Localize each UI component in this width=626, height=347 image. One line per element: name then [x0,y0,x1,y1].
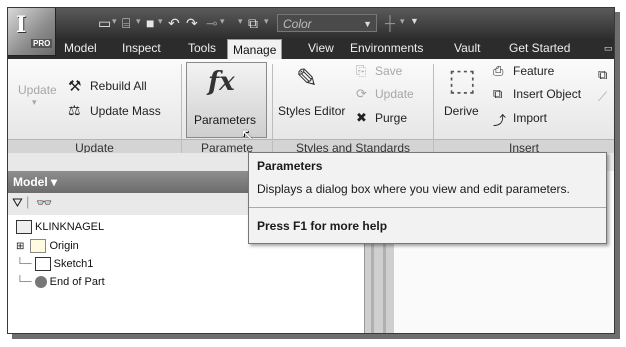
save-dropdown-icon[interactable]: ▾ [158,16,163,27]
part-icon [16,220,32,234]
tab-tools[interactable]: Tools [188,38,216,59]
application-menu-button[interactable]: I PRO [8,8,56,56]
measure-dropdown-icon[interactable]: ▾ [400,16,405,27]
ribbon-panel-area: Update ▾ ⚒ Rebuild All ⚖ Update Mass Upd… [8,59,614,157]
measure-plus-icon[interactable]: ┼ [385,15,395,31]
pro-badge: PRO [31,39,53,48]
insert-object-button[interactable]: Insert Object [513,87,581,101]
select-dropdown-icon[interactable]: ▾ [220,16,225,27]
tooltip-help-hint: Press F1 for more help [257,219,388,233]
color-override-select[interactable]: Color ▼ [277,14,377,32]
tree-node-part[interactable]: KLINKNAGEL [16,220,104,234]
parameters-fx-icon: fx [208,67,235,97]
tooltip-title: Parameters [257,159,323,173]
redo-icon[interactable]: ↷ [186,15,198,31]
color-override-value: Color [283,17,312,31]
tab-get-started[interactable]: Get Started [509,38,570,59]
more-insert-icon[interactable]: ⧉ [598,67,607,83]
inventor-logo-icon: I [16,12,27,38]
tab-environments[interactable]: Environments [350,38,423,59]
more-insert-icon-2[interactable]: ⟋ [598,89,607,105]
open-folder-icon[interactable]: ⌸ [122,15,130,31]
update-dropdown-icon[interactable]: ▾ [238,16,243,27]
save-styles-icon: ⎘ [356,63,367,78]
tree-connector: └─ [16,276,32,288]
new-file-icon[interactable]: ▭ [98,15,111,31]
qat-customize-icon[interactable]: ▼ [410,16,419,26]
new-dropdown-icon[interactable]: ▾ [112,16,117,27]
derive-button[interactable]: Derive [444,104,479,118]
update-styles-icon: ⟳ [356,86,367,101]
tree-node-end-of-part[interactable]: └─ End of Part [16,276,105,289]
feature-icon: ⎙ [493,63,504,78]
rebuild-all-icon: ⚒ [68,78,82,95]
tree-node-sketch[interactable]: └─ Sketch1 [16,257,93,271]
undo-icon[interactable]: ↶ [168,15,180,31]
toolbar-divider: | [26,194,30,209]
save-styles-button[interactable]: Save [375,64,402,78]
find-binoculars-icon[interactable]: 👓 [36,195,52,211]
open-dropdown-icon[interactable]: ▾ [136,16,141,27]
update-styles-button[interactable]: Update [375,87,414,101]
feature-button[interactable]: Feature [513,64,554,78]
tree-node-label: Origin [49,239,79,252]
tree-node-origin[interactable]: ⊞ Origin [16,239,79,253]
tooltip-description: Displays a dialog box where you view and… [257,182,570,196]
tab-view[interactable]: View [308,38,334,59]
update-document-icon[interactable]: ⧉ [248,15,258,31]
tree-node-label: Sketch1 [53,257,94,270]
end-of-part-icon [34,276,47,289]
insert-object-icon: ⧉ [493,86,503,101]
update-mass-icon: ⚖ [68,102,81,118]
quick-access-toolbar: ▭ ▾ ⌸ ▾ ■ ▾ ↶ ↷ ⊸ ▾ ▾ ⧉ ▾ Color ▼ ┼ ▾ ▼ [8,8,614,38]
tab-model[interactable]: Model [64,38,97,59]
select-mode-icon[interactable]: ⊸ [206,15,218,31]
sketch-icon [34,257,51,271]
tree-node-label: End of Part [49,276,105,288]
tree-connector: └─ [16,257,32,270]
import-icon: ⤴ [493,113,507,128]
save-icon[interactable]: ■ [146,15,154,31]
purge-styles-icon: ✖ [356,110,367,125]
folder-icon [30,239,47,253]
update-mass-button[interactable]: Update Mass [90,104,161,118]
tab-manage[interactable]: Manage [227,39,283,60]
styles-editor-button[interactable]: Styles Editor [278,104,345,118]
derive-icon: ⬚ [448,64,477,97]
rebuild-all-button[interactable]: Rebuild All [90,79,147,93]
filter-icon[interactable]: ⛛ [12,195,23,211]
tab-inspect[interactable]: Inspect [122,38,161,59]
tooltip-divider [249,207,606,208]
chevron-down-icon: ▼ [363,19,372,29]
expand-plus-icon[interactable]: ⊞ [16,241,24,252]
import-button[interactable]: Import [513,111,547,125]
update-doc-dropdown-icon[interactable]: ▾ [264,16,269,27]
purge-styles-button[interactable]: Purge [375,111,407,125]
tab-vault[interactable]: Vault [454,38,480,59]
ribbon-minimize-icon[interactable]: ▭ [604,38,613,59]
ribbon-tab-bar: Model Inspect Tools Manage View Environm… [8,38,614,60]
update-dropdown-icon[interactable]: ▾ [32,97,37,108]
styles-editor-icon: ✎ [296,63,318,93]
inventor-window: ▭ ▾ ⌸ ▾ ■ ▾ ↶ ↷ ⊸ ▾ ▾ ⧉ ▾ Color ▼ ┼ ▾ ▼ … [7,7,615,334]
parameters-tooltip: Parameters Displays a dialog box where y… [248,152,607,244]
update-button[interactable]: Update [18,83,57,97]
tree-node-label: KLINKNAGEL [35,220,105,233]
